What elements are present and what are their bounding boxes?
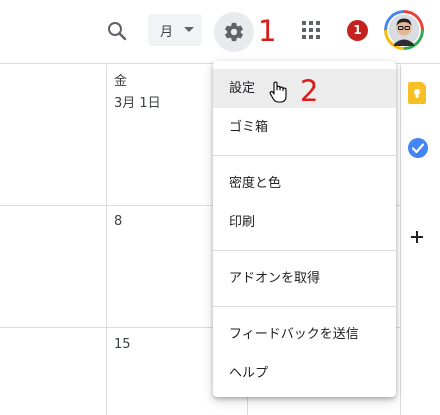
gear-icon xyxy=(225,22,243,42)
menu-item-trash[interactable]: ゴミ箱 xyxy=(213,108,396,147)
keep-icon[interactable] xyxy=(408,82,428,104)
menu-item-get-addons[interactable]: アドオンを取得 xyxy=(213,259,396,298)
notification-badge[interactable]: 1 xyxy=(347,20,368,41)
menu-item-print[interactable]: 印刷 xyxy=(213,203,396,242)
avatar-image xyxy=(384,10,424,50)
side-panel xyxy=(400,65,440,415)
menu-item-label: 印刷 xyxy=(229,215,256,230)
apps-button[interactable] xyxy=(298,17,324,43)
annotation-step-2: 2 xyxy=(300,74,319,108)
chevron-down-icon xyxy=(184,27,194,32)
menu-item-label: フィードバックを送信 xyxy=(229,327,359,342)
menu-item-density-color[interactable]: 密度と色 xyxy=(213,164,396,203)
add-icon[interactable] xyxy=(409,229,425,245)
grid-divider-vertical xyxy=(106,65,107,415)
top-bar: 月 1 1 xyxy=(0,0,440,64)
apps-grid-icon xyxy=(302,21,320,39)
menu-item-label: 設定 xyxy=(229,81,256,96)
menu-item-label: ゴミ箱 xyxy=(229,120,269,135)
settings-button[interactable] xyxy=(214,12,254,52)
menu-item-help[interactable]: ヘルプ xyxy=(213,354,396,393)
search-button[interactable] xyxy=(100,14,134,48)
menu-divider xyxy=(213,306,396,307)
hand-cursor-icon xyxy=(269,81,287,103)
menu-item-label: アドオンを取得 xyxy=(229,271,321,286)
tasks-icon[interactable] xyxy=(407,137,429,159)
menu-divider xyxy=(213,155,396,156)
date-label-mar-1[interactable]: 3月 1日 xyxy=(114,92,161,111)
menu-item-label: ヘルプ xyxy=(229,366,269,381)
account-avatar[interactable] xyxy=(384,10,424,50)
date-label-8[interactable]: 8 xyxy=(114,214,122,229)
view-selector-label: 月 xyxy=(160,25,174,40)
date-label-15[interactable]: 15 xyxy=(114,337,131,352)
settings-menu: 設定 ゴミ箱 密度と色 印刷 アドオンを取得 フィードバックを送信 ヘルプ xyxy=(213,61,396,397)
search-icon xyxy=(108,22,127,41)
menu-item-label: 密度と色 xyxy=(229,176,282,191)
menu-divider xyxy=(213,250,396,251)
view-selector[interactable]: 月 xyxy=(148,14,202,46)
menu-item-send-feedback[interactable]: フィードバックを送信 xyxy=(213,315,396,354)
day-of-week-label: 金 xyxy=(114,74,128,89)
annotation-step-1: 1 xyxy=(258,14,277,48)
